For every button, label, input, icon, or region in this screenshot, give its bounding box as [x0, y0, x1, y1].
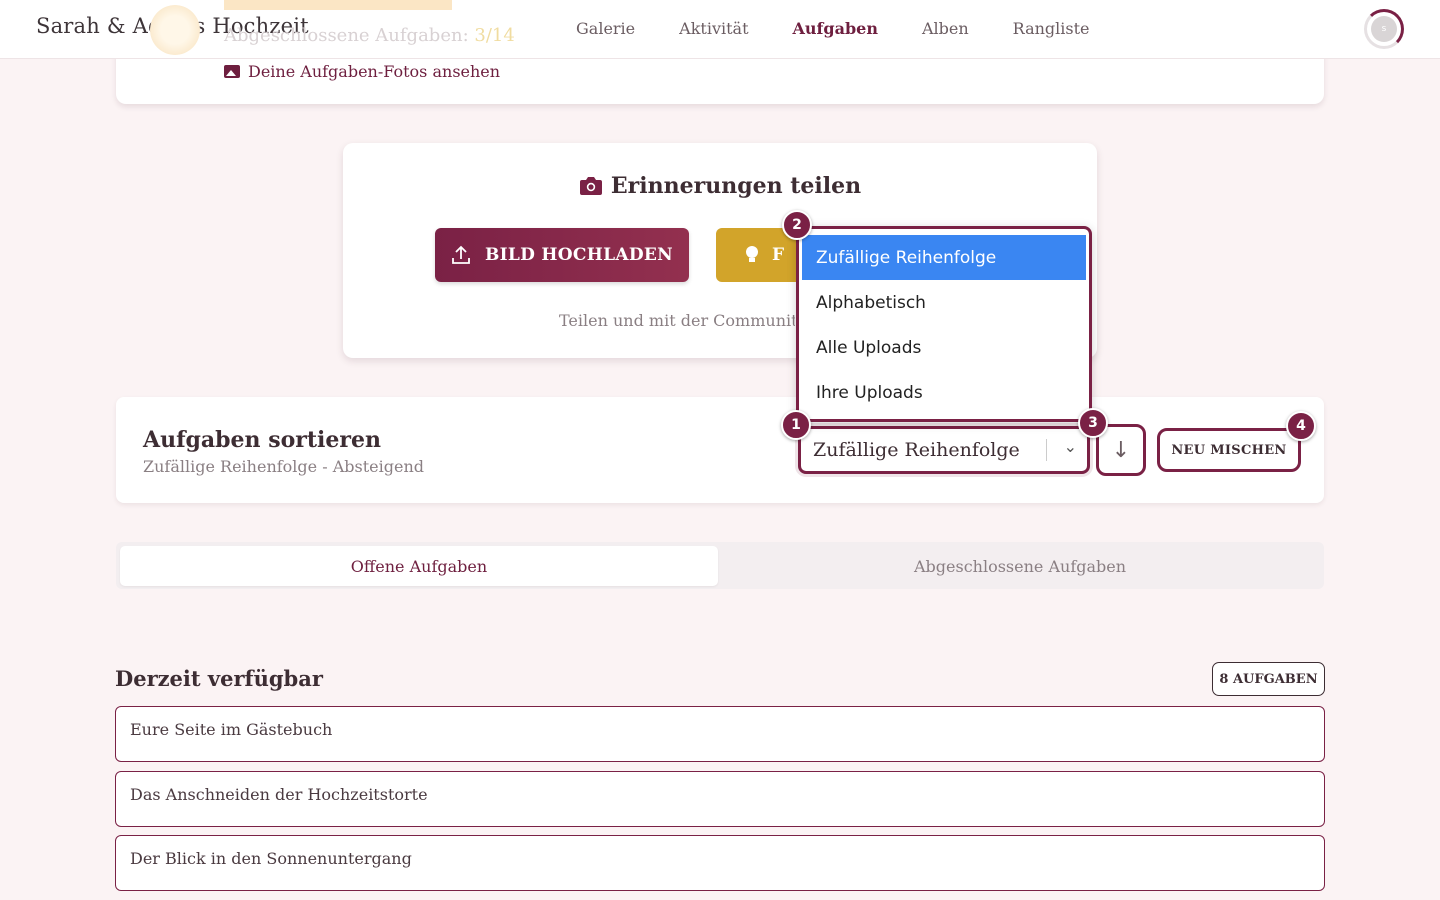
upload-image-label: BILD HOCHLADEN	[485, 245, 673, 265]
available-section-title: Derzeit verfügbar	[115, 666, 323, 691]
nav-aufgaben[interactable]: Aufgaben	[793, 19, 878, 38]
camera-icon	[579, 177, 602, 195]
main-nav: Galerie Aktivität Aufgaben Alben Ranglis…	[576, 19, 1134, 38]
progress-badge	[150, 5, 200, 55]
nav-alben[interactable]: Alben	[922, 19, 969, 38]
completed-tasks-label: Abgeschlossene Aufgaben: 3/14	[224, 25, 515, 46]
tab-completed-tasks[interactable]: Abgeschlossene Aufgaben	[720, 546, 1320, 586]
upload-icon	[452, 245, 470, 264]
sort-option-random[interactable]: Zufällige Reihenfolge	[802, 235, 1086, 280]
sort-select[interactable]: Zufällige Reihenfolge ⌄	[798, 426, 1090, 474]
task-photos-link[interactable]: Deine Aufgaben-Fotos ansehen	[224, 62, 500, 81]
step-marker-4: 4	[1286, 411, 1316, 441]
nav-galerie[interactable]: Galerie	[576, 19, 635, 38]
sort-option-all-uploads[interactable]: Alle Uploads	[802, 325, 1086, 370]
sort-title: Aufgaben sortieren	[143, 427, 381, 453]
sort-subtitle: Zufällige Reihenfolge - Absteigend	[143, 457, 424, 476]
nav-aktivitaet[interactable]: Aktivität	[679, 19, 748, 38]
image-icon	[224, 65, 240, 78]
task-item[interactable]: Eure Seite im Gästebuch	[115, 706, 1325, 762]
step-marker-1: 1	[781, 410, 811, 440]
secondary-share-label: F	[772, 245, 785, 265]
sort-options-dropdown: Zufällige Reihenfolge Alphabetisch Alle …	[796, 226, 1092, 422]
share-subtitle: Teilen und mit der Community i	[559, 311, 795, 330]
step-marker-3: 3	[1078, 408, 1108, 438]
progress-bar	[224, 0, 452, 10]
completed-tasks-count: 3/14	[474, 25, 515, 46]
task-photos-link-label: Deine Aufgaben-Fotos ansehen	[248, 62, 501, 81]
task-item[interactable]: Der Blick in den Sonnenuntergang	[115, 835, 1325, 891]
top-navigation-bar: Sarah & Adams Hochzeit Galerie Aktivität…	[0, 0, 1440, 59]
step-marker-2: 2	[782, 210, 812, 240]
reshuffle-label: NEU MISCHEN	[1171, 442, 1287, 458]
share-title: Erinnerungen teilen	[343, 173, 1097, 199]
task-count-badge: 8 AUFGABEN	[1212, 662, 1325, 696]
sort-select-value: Zufällige Reihenfolge	[813, 439, 1020, 461]
upload-image-button[interactable]: BILD HOCHLADEN	[435, 228, 689, 282]
task-item[interactable]: Das Anschneiden der Hochzeitstorte	[115, 771, 1325, 827]
chevron-down-icon[interactable]: ⌄	[1064, 437, 1077, 456]
user-avatar[interactable]: s	[1364, 9, 1404, 49]
arrow-down-icon: ↓	[1111, 437, 1131, 463]
lightbulb-icon	[746, 246, 758, 262]
select-separator	[1046, 439, 1047, 461]
tab-open-tasks[interactable]: Offene Aufgaben	[120, 546, 718, 586]
task-tabs: Offene Aufgaben Abgeschlossene Aufgaben	[116, 542, 1324, 589]
reshuffle-button[interactable]: NEU MISCHEN	[1157, 428, 1301, 472]
avatar-initial: s	[1371, 16, 1397, 42]
sort-option-your-uploads[interactable]: Ihre Uploads	[802, 370, 1086, 415]
sort-option-alphabetical[interactable]: Alphabetisch	[802, 280, 1086, 325]
nav-rangliste[interactable]: Rangliste	[1013, 19, 1090, 38]
